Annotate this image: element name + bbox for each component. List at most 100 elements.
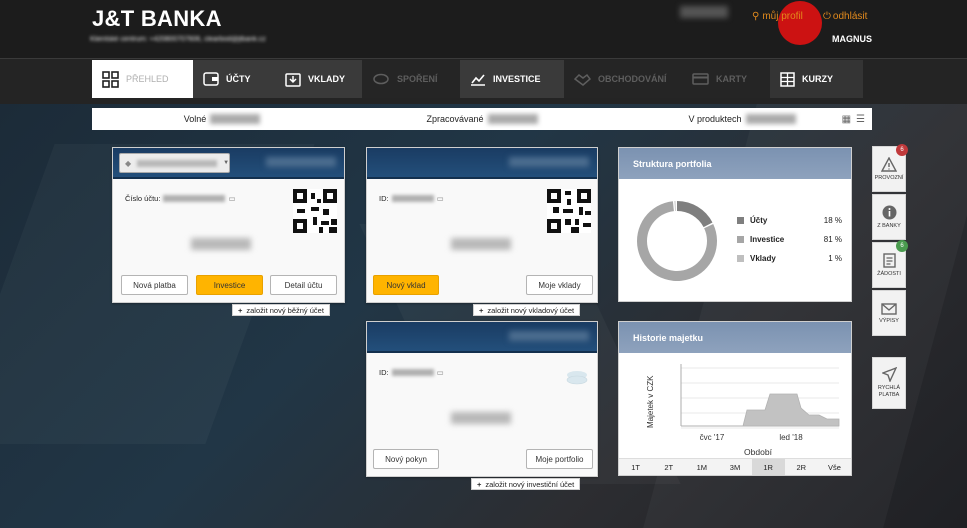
- period-button[interactable]: 1R: [751, 459, 785, 475]
- new-payment-button[interactable]: Nová platba: [121, 275, 188, 295]
- history-chart: Majetek v CZK čvc '17 led '18 Období: [646, 364, 840, 457]
- piggy-icon: [373, 73, 389, 85]
- send-icon: [881, 367, 897, 382]
- add-link-label: založit nový běžný účet: [246, 305, 324, 315]
- account-number-label: Číslo účtu:: [125, 194, 161, 203]
- tab-vklady[interactable]: VKLADY: [275, 60, 362, 98]
- add-deposit-account-link[interactable]: + založit nový vkladový účet: [473, 304, 581, 316]
- info-icon: [882, 205, 896, 220]
- tile-view-icon[interactable]: ▦: [842, 114, 851, 125]
- tab-label: VKLADY: [308, 74, 346, 84]
- deposit-icon: [285, 72, 301, 87]
- legend-swatch: [737, 255, 744, 262]
- sidebar-item-provozni[interactable]: 6 PROVOZNÍ: [872, 144, 908, 192]
- envelope-icon: [881, 302, 897, 315]
- add-investment-account-link[interactable]: + založit nový investiční účet: [471, 478, 581, 490]
- history-tick-label: čvc '17: [700, 433, 725, 442]
- bank-logo[interactable]: J&T BANKA: [92, 6, 222, 32]
- table-icon: [780, 71, 795, 87]
- account-card: ◆ ▼ Číslo účtu: ▭ Nová platba Investice …: [112, 147, 345, 303]
- deposit-id-label: ID:: [379, 194, 389, 203]
- legend-label: Vklady: [750, 254, 776, 263]
- history-title: Historie majetku: [619, 322, 851, 353]
- legend-label: Účty: [750, 216, 768, 225]
- tab-kurzy[interactable]: KURZY: [770, 60, 863, 98]
- power-icon: ⏻: [823, 11, 831, 22]
- blurred-info: [680, 6, 728, 18]
- logout-link[interactable]: ⏻ odhlásit: [823, 11, 867, 22]
- tab-ucty[interactable]: ÚČTY: [193, 60, 275, 98]
- investment-card-header: [367, 322, 597, 353]
- account-detail-button[interactable]: Detail účtu: [270, 275, 337, 295]
- sidebar-item-rychla-platba[interactable]: RYCHLÁ PLATBA: [872, 357, 906, 409]
- investment-id-label: ID:: [379, 368, 389, 377]
- sidebar-item-zadosti[interactable]: 6 ŽÁDOSTI: [872, 240, 908, 288]
- processing-label: Zpracovávané: [426, 114, 484, 124]
- my-deposits-button[interactable]: Moje vklady: [526, 275, 593, 295]
- add-current-account-link[interactable]: + založit nový běžný účet: [232, 304, 330, 316]
- coins-icon: [566, 371, 588, 385]
- period-button[interactable]: 2R: [785, 459, 818, 475]
- period-button[interactable]: 1M: [685, 459, 718, 475]
- period-button[interactable]: 3M: [718, 459, 751, 475]
- products-value-hidden: [745, 114, 796, 124]
- contact-info: Klientské centrum: +420800707606, clearb…: [90, 36, 266, 43]
- chevron-down-icon: ▼: [223, 160, 230, 166]
- period-selector: 1T 2T 1M 3M 1R 2R Vše: [619, 458, 851, 475]
- new-order-button[interactable]: Nový pokyn: [373, 449, 439, 469]
- tab-karty[interactable]: KARTY: [682, 60, 770, 98]
- investment-header-hidden: [509, 331, 589, 341]
- user-icon: ⚲: [752, 11, 760, 22]
- new-deposit-button[interactable]: Nový vklad: [373, 275, 439, 295]
- tab-label: KURZY: [802, 74, 833, 84]
- profile-link[interactable]: ⚲ můj profil: [752, 1, 823, 45]
- period-button[interactable]: 2T: [652, 459, 685, 475]
- main-navigation: PŘEHLED ÚČTY VKLADY SPOŘENÍ INVESTICE OB…: [0, 58, 967, 104]
- copy-icon[interactable]: ▭: [437, 368, 444, 377]
- deposit-id-hidden: [391, 195, 434, 202]
- qr-code-icon: [547, 189, 591, 233]
- copy-icon[interactable]: ▭: [228, 194, 235, 203]
- tab-investice[interactable]: INVESTICE: [460, 60, 564, 98]
- sidebar-item-vypisy[interactable]: VÝPISY: [872, 290, 906, 336]
- period-button[interactable]: 1T: [619, 459, 652, 475]
- user-name: MAGNUS: [832, 34, 872, 44]
- tab-obchodovani[interactable]: OBCHODOVÁNÍ: [564, 60, 682, 98]
- sidebar-item-label: ŽÁDOSTI: [877, 271, 901, 277]
- investice-button[interactable]: Investice: [196, 275, 263, 295]
- diamond-icon: ◆: [125, 158, 132, 168]
- copy-icon[interactable]: ▭: [437, 194, 444, 203]
- my-portfolio-button[interactable]: Moje portfolio: [526, 449, 593, 469]
- tab-sporeni[interactable]: SPOŘENÍ: [362, 60, 460, 98]
- tab-label: INVESTICE: [493, 74, 541, 84]
- tab-label: OBCHODOVÁNÍ: [598, 74, 667, 84]
- legend-item: Investice 81 %: [737, 230, 842, 249]
- products-label: V produktech: [688, 114, 742, 124]
- portfolio-donut-chart: [637, 201, 717, 281]
- free-label: Volné: [183, 114, 207, 124]
- tab-prehled[interactable]: PŘEHLED: [92, 60, 193, 98]
- account-select-value: [137, 159, 218, 167]
- tab-label: KARTY: [716, 74, 747, 84]
- account-header-hidden: [266, 157, 336, 167]
- legend-percent: 1 %: [828, 254, 842, 263]
- legend-item: Účty 18 %: [737, 211, 842, 230]
- profile-link-label: můj profil: [762, 11, 803, 22]
- free-balance: Volné: [92, 108, 352, 130]
- deposit-header-hidden: [509, 157, 589, 167]
- account-amount-hidden: [191, 238, 251, 250]
- history-panel: Historie majetku Majetek v CZK čvc '17 l…: [618, 321, 852, 476]
- deposit-id-row: ID: ▭: [379, 194, 444, 203]
- deposit-amount-hidden: [451, 238, 511, 250]
- investment-id-row: ID: ▭: [379, 368, 444, 377]
- account-select[interactable]: ◆ ▼: [119, 153, 230, 173]
- list-view-icon[interactable]: ☰: [856, 114, 865, 125]
- document-icon: [882, 253, 896, 268]
- legend-label: Investice: [750, 235, 785, 244]
- period-button[interactable]: Vše: [818, 459, 851, 475]
- warning-icon: [881, 157, 897, 172]
- donut-slice: [674, 201, 676, 212]
- logout-label: odhlásit: [832, 11, 868, 22]
- tab-label: PŘEHLED: [126, 74, 169, 84]
- sidebar-item-z-banky[interactable]: Z BANKY: [872, 194, 906, 240]
